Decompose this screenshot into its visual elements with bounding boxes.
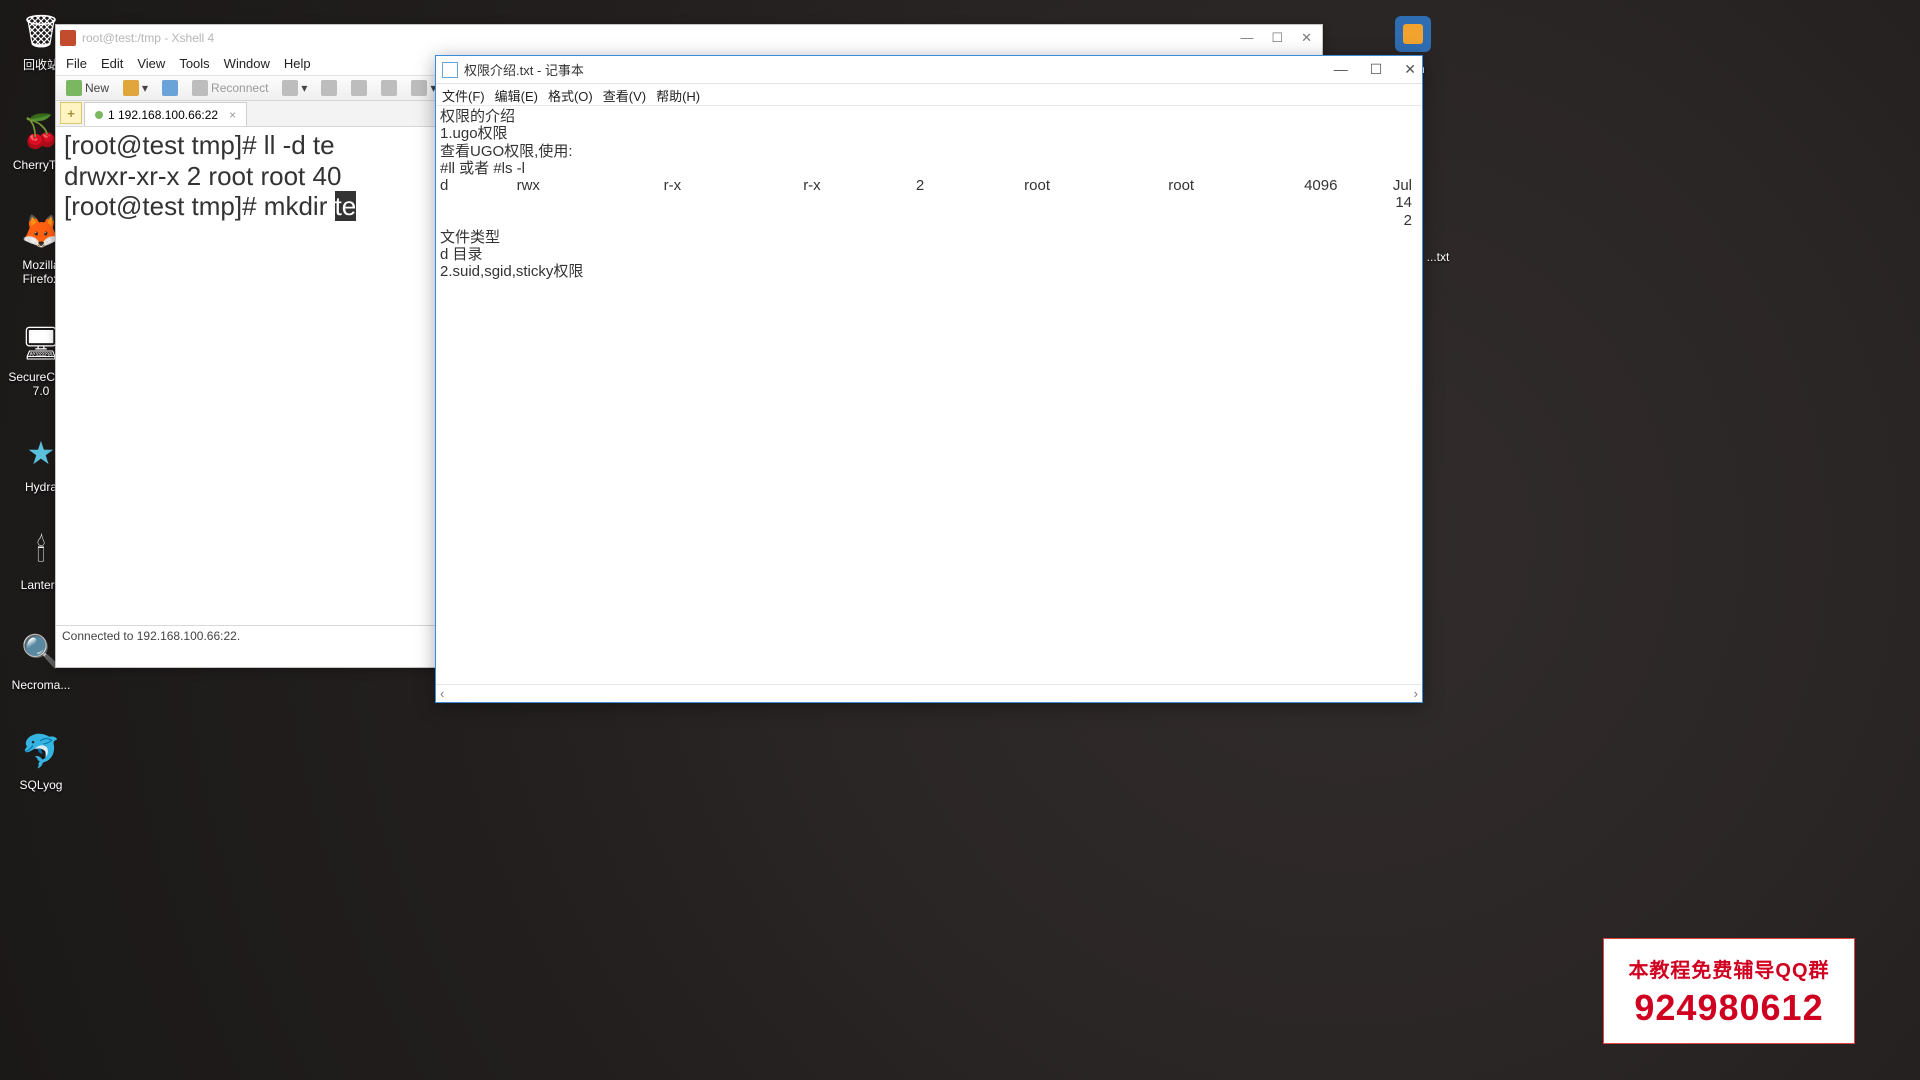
session-tab-label: 1 192.168.100.66:22 bbox=[108, 108, 218, 122]
desktop-icon-sqlyog[interactable]: 🐬SQLyog bbox=[6, 728, 76, 792]
menu-view[interactable]: 查看(V) bbox=[603, 86, 646, 103]
close-button[interactable]: ✕ bbox=[1301, 30, 1312, 46]
toolbar-open-button[interactable]: ▾ bbox=[119, 78, 152, 98]
text-line: 1.ugo权限 bbox=[440, 125, 1418, 142]
status-dot-icon bbox=[95, 111, 103, 119]
notepad-menubar: 文件(F) 编辑(E) 格式(O) 查看(V) 帮助(H) bbox=[436, 84, 1422, 106]
maximize-button[interactable]: ☐ bbox=[1271, 30, 1283, 46]
notepad-titlebar[interactable]: 权限介绍.txt - 记事本 — ☐ ✕ bbox=[436, 56, 1422, 84]
terminal-line: [root@test tmp]# mkdir bbox=[64, 191, 335, 221]
notepad-textarea[interactable]: 权限的介绍 1.ugo权限 查看UGO权限,使用: #ll 或者 #ls -l … bbox=[436, 106, 1422, 684]
notepad-scrollbar[interactable]: ‹ › bbox=[436, 684, 1422, 702]
menu-help[interactable]: Help bbox=[284, 56, 311, 71]
notepad-app-icon bbox=[442, 62, 458, 78]
toolbar-copy-button[interactable] bbox=[317, 78, 341, 98]
promo-line2: 924980612 bbox=[1634, 987, 1823, 1029]
desktop-edge-txt[interactable]: ...txt bbox=[1418, 250, 1458, 264]
close-button[interactable]: ✕ bbox=[1404, 61, 1416, 78]
minimize-button[interactable]: — bbox=[1240, 30, 1253, 46]
session-tab[interactable]: 1 192.168.100.66:22 × bbox=[84, 102, 247, 126]
menu-file[interactable]: 文件(F) bbox=[442, 86, 485, 103]
scroll-left-icon[interactable]: ‹ bbox=[440, 686, 444, 701]
vmware-icon bbox=[1389, 10, 1437, 58]
toolbar-link-button[interactable] bbox=[158, 78, 182, 98]
text-line: #ll 或者 #ls -l bbox=[440, 160, 1418, 177]
toolbar-reconnect-button[interactable]: Reconnect bbox=[188, 78, 272, 98]
find-icon bbox=[381, 80, 397, 96]
text-line: 文件类型 bbox=[440, 229, 1418, 246]
menu-window[interactable]: Window bbox=[224, 56, 270, 71]
terminal-line: drwxr-xr-x 2 root root 40 bbox=[64, 161, 341, 191]
toolbar-new-button[interactable]: New bbox=[62, 78, 113, 98]
scroll-right-icon[interactable]: › bbox=[1414, 686, 1418, 701]
menu-edit[interactable]: 编辑(E) bbox=[495, 86, 538, 103]
maximize-button[interactable]: ☐ bbox=[1370, 61, 1383, 78]
copy-icon bbox=[321, 80, 337, 96]
xshell-title: root@test:/tmp - Xshell 4 bbox=[82, 31, 214, 45]
text-columns-row: d rwx r-x r-x 2 root root 4096 Jul 14 2 bbox=[440, 177, 1418, 229]
menu-help[interactable]: 帮助(H) bbox=[656, 86, 700, 103]
xshell-app-icon bbox=[60, 30, 76, 46]
new-tab-button[interactable]: + bbox=[60, 102, 82, 124]
toolbar-props-button[interactable]: ▾ bbox=[278, 78, 311, 98]
menu-file[interactable]: File bbox=[66, 56, 87, 71]
new-icon bbox=[66, 80, 82, 96]
close-tab-icon[interactable]: × bbox=[229, 108, 236, 122]
folder-icon bbox=[123, 80, 139, 96]
menu-edit[interactable]: Edit bbox=[101, 56, 123, 71]
toolbar-paste-button[interactable] bbox=[347, 78, 371, 98]
props-icon bbox=[282, 80, 298, 96]
desktop: 🗑回收站 🍒CherryTr... 🦊Mozilla Firefox 🖥Secu… bbox=[0, 0, 1920, 1080]
xshell-titlebar[interactable]: root@test:/tmp - Xshell 4 — ☐ ✕ bbox=[56, 25, 1322, 51]
menu-format[interactable]: 格式(O) bbox=[548, 86, 593, 103]
text-line: 查看UGO权限,使用: bbox=[440, 143, 1418, 160]
menu-tools[interactable]: Tools bbox=[179, 56, 209, 71]
toolbar-find-button[interactable] bbox=[377, 78, 401, 98]
reconnect-icon bbox=[192, 80, 208, 96]
print-icon bbox=[411, 80, 427, 96]
terminal-cursor: te bbox=[335, 191, 357, 221]
text-line: 权限的介绍 bbox=[440, 108, 1418, 125]
link-icon bbox=[162, 80, 178, 96]
paste-icon bbox=[351, 80, 367, 96]
text-line: 2.suid,sgid,sticky权限 bbox=[440, 263, 1418, 280]
terminal-line: [root@test tmp]# ll -d te bbox=[64, 130, 335, 160]
promo-line1: 本教程免费辅导QQ群 bbox=[1628, 954, 1829, 983]
promo-box: 本教程免费辅导QQ群 924980612 bbox=[1603, 938, 1855, 1044]
notepad-window: 权限介绍.txt - 记事本 — ☐ ✕ 文件(F) 编辑(E) 格式(O) 查… bbox=[435, 55, 1423, 703]
notepad-title: 权限介绍.txt - 记事本 bbox=[464, 60, 584, 79]
text-line: d 目录 bbox=[440, 246, 1418, 263]
minimize-button[interactable]: — bbox=[1334, 61, 1348, 78]
menu-view[interactable]: View bbox=[137, 56, 165, 71]
